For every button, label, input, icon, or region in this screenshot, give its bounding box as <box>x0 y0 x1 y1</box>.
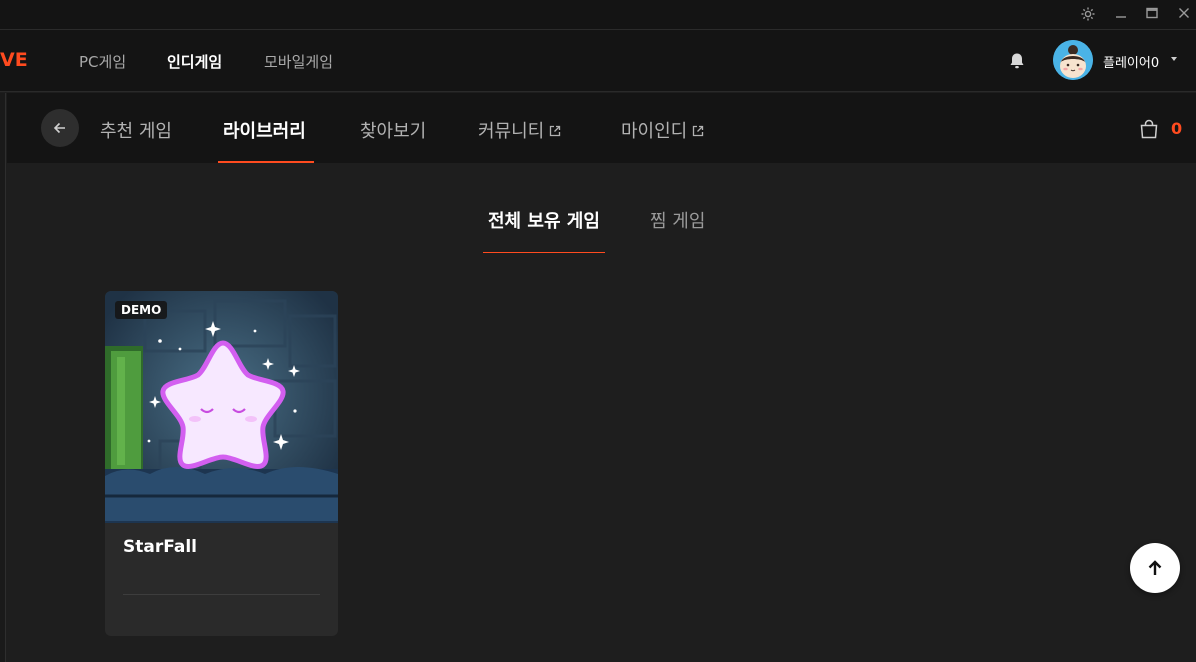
game-title: StarFall <box>123 537 197 557</box>
close-icon[interactable] <box>1173 4 1195 24</box>
left-rail <box>0 93 6 662</box>
tab-label: 찾아보기 <box>360 121 427 142</box>
shopping-bag-icon[interactable] <box>1138 118 1160 140</box>
tab-library[interactable]: 라이브러리 <box>223 117 306 143</box>
tab-my-indie[interactable]: 마이인디 <box>621 117 705 143</box>
external-link-icon <box>550 125 561 137</box>
top-nav-indie-games[interactable]: 인디게임 <box>167 51 222 72</box>
tab-community[interactable]: 커뮤니티 <box>478 117 562 143</box>
avatar[interactable] <box>1053 40 1093 80</box>
tab-recommended[interactable]: 추천 게임 <box>100 117 172 143</box>
demo-badge: DEMO <box>115 301 168 319</box>
sub-nav: 추천 게임 라이브러리 찾아보기 커뮤니티 마이인디 0 <box>7 93 1196 163</box>
username[interactable]: 플레이어0 <box>1103 52 1159 71</box>
tab-label: 추천 게임 <box>100 121 172 142</box>
maximize-icon[interactable] <box>1141 4 1163 24</box>
top-nav-mobile-games[interactable]: 모바일게임 <box>264 51 333 72</box>
arrow-up-icon <box>1148 560 1162 575</box>
library-tab-underline <box>483 252 605 253</box>
chevron-down-icon[interactable] <box>1171 57 1177 61</box>
tab-wishlist[interactable]: 찜 게임 <box>650 207 705 233</box>
external-link-icon <box>693 125 704 137</box>
tab-label: 마이인디 <box>621 121 688 142</box>
minimize-icon[interactable] <box>1110 4 1132 24</box>
window-title-bar <box>0 0 1196 30</box>
tab-all-owned-games[interactable]: 전체 보유 게임 <box>488 207 600 233</box>
back-button[interactable] <box>41 109 79 147</box>
tab-label: 라이브러리 <box>223 121 306 142</box>
settings-icon[interactable] <box>1077 4 1099 24</box>
top-nav-pc-games[interactable]: PC게임 <box>79 51 126 72</box>
card-divider <box>123 594 320 595</box>
scroll-to-top-button[interactable] <box>1130 543 1180 593</box>
game-thumbnail: DEMO <box>105 291 338 523</box>
active-tab-underline <box>218 161 314 163</box>
main-header: VE PC게임 인디게임 모바일게임 플레이어0 <box>0 30 1196 92</box>
game-card[interactable]: DEMO StarFall <box>105 291 338 636</box>
logo[interactable]: VE <box>0 49 28 71</box>
tab-explore[interactable]: 찾아보기 <box>360 117 426 143</box>
bell-icon[interactable] <box>1007 51 1027 71</box>
tab-label: 커뮤니티 <box>478 121 545 142</box>
arrow-left-icon <box>53 122 65 134</box>
cart-count: 0 <box>1171 119 1183 138</box>
